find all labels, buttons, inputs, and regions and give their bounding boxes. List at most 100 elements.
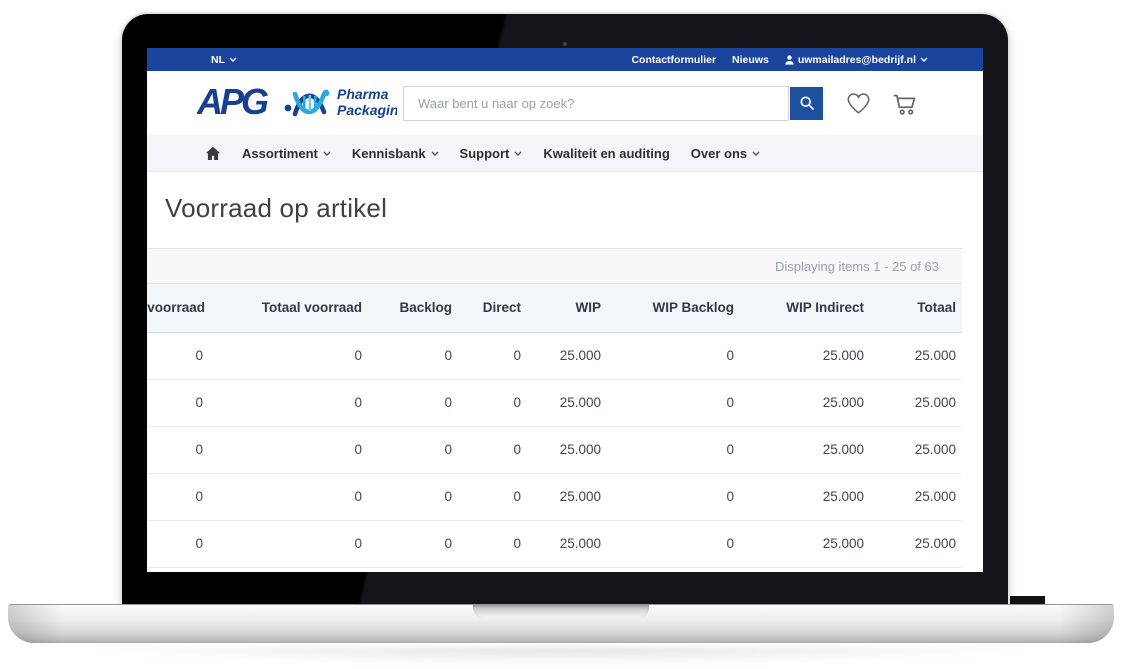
nav-item-kennisbank[interactable]: Kennisbank: [352, 146, 439, 161]
table-cell: 0: [458, 473, 527, 520]
table-cell: 25.000: [740, 379, 870, 426]
dna-helix-icon: [285, 90, 330, 114]
column-header-wip-indirect: WIP Indirect: [740, 284, 870, 332]
nav-label: Kennisbank: [352, 146, 426, 161]
user-icon: [785, 55, 794, 65]
table-cell: 25.000: [740, 567, 870, 572]
table-cell: 25.000: [870, 379, 962, 426]
language-label: NL: [211, 54, 225, 66]
table-cell: 0: [607, 426, 740, 473]
table-cell: 25.000: [740, 332, 870, 379]
table-cell: 25.000: [870, 567, 962, 572]
column-header-wip: WIP: [527, 284, 607, 332]
account-menu[interactable]: uwmailadres@bedrijf.nl: [785, 54, 928, 66]
table-cell: 0: [607, 520, 740, 567]
table-cell: 25.000: [740, 473, 870, 520]
table-cell: 0: [607, 473, 740, 520]
stock-table: voorraad Totaal voorraad Backlog Direct …: [147, 284, 962, 572]
table-cell: 0: [458, 332, 527, 379]
search-button[interactable]: [790, 87, 823, 120]
chevron-down-icon: [431, 151, 439, 156]
table-cell: 25.000: [527, 426, 607, 473]
chevron-down-icon: [514, 151, 522, 156]
table-cell: 0: [209, 426, 368, 473]
table-cell: 25.000: [870, 520, 962, 567]
search-bar: [403, 86, 823, 121]
table-cell: 0: [458, 379, 527, 426]
nav-label: Assortiment: [242, 146, 318, 161]
column-header-direct: Direct: [458, 284, 527, 332]
table-cell: 25.000: [527, 520, 607, 567]
table-cell: 0: [458, 567, 527, 572]
table-cell: 0: [458, 426, 527, 473]
home-link[interactable]: [205, 146, 221, 161]
table-cell: 0: [607, 379, 740, 426]
table-header-row: voorraad Totaal voorraad Backlog Direct …: [147, 284, 962, 332]
table-body: 000025.000025.00025.000000025.000025.000…: [147, 332, 962, 572]
laptop-base: [8, 604, 1114, 643]
company-logo[interactable]: APG Pharma Packaging: [197, 82, 397, 124]
utility-topbar: NL Contactformulier Nieuws uwmailadres@b…: [147, 48, 983, 71]
table-cell: 0: [368, 473, 458, 520]
cart-button[interactable]: [891, 91, 918, 116]
table-cell: 0: [458, 520, 527, 567]
table-cell: 0: [209, 567, 368, 572]
laptop-base-notch: [473, 605, 649, 619]
column-header-totaal: Totaal: [870, 284, 962, 332]
column-header-backlog: Backlog: [368, 284, 458, 332]
table-cell: 0: [147, 473, 209, 520]
search-input[interactable]: [403, 86, 789, 121]
site-header: APG Pharma Packaging: [147, 71, 983, 135]
table-row: 000025.000025.00025.000: [147, 332, 962, 379]
webcam-icon: [561, 40, 569, 48]
table-cell: 0: [209, 379, 368, 426]
chevron-down-icon: [229, 57, 237, 62]
nav-item-kwaliteit-en-auditing[interactable]: Kwaliteit en auditing: [543, 146, 669, 161]
table-cell: 25.000: [527, 332, 607, 379]
table-cell: 25.000: [527, 379, 607, 426]
table-cell: 25.000: [870, 332, 962, 379]
nav-item-assortiment[interactable]: Assortiment: [242, 146, 331, 161]
search-icon: [799, 95, 815, 111]
table-cell: 25.000: [527, 473, 607, 520]
table-cell: 0: [147, 426, 209, 473]
table-cell: 0: [368, 426, 458, 473]
table-cell: 0: [368, 379, 458, 426]
nav-label: Over ons: [691, 146, 747, 161]
nav-label: Kwaliteit en auditing: [543, 146, 669, 161]
heart-icon: [845, 91, 872, 115]
laptop-reflection: [70, 647, 1052, 665]
table-cell: 0: [147, 332, 209, 379]
logo-tagline-2: Packaging: [337, 102, 397, 118]
table-cell: 0: [209, 520, 368, 567]
table-cell: 25.000: [527, 567, 607, 572]
laptop-mockup: NL Contactformulier Nieuws uwmailadres@b…: [0, 0, 1122, 669]
column-header-totaal-voorraad: Totaal voorraad: [209, 284, 368, 332]
table-cell: 0: [209, 473, 368, 520]
table-cell: 0: [607, 567, 740, 572]
main-navigation: Assortiment Kennisbank Support Kwaliteit…: [147, 135, 983, 172]
table-cell: 0: [147, 379, 209, 426]
table-row: 000025.000025.00025.000: [147, 426, 962, 473]
chevron-down-icon: [323, 151, 331, 156]
wishlist-button[interactable]: [845, 91, 872, 115]
chevron-down-icon: [752, 151, 760, 156]
pagination-bar: Displaying items 1 - 25 of 63: [147, 248, 962, 284]
language-selector[interactable]: NL: [211, 54, 237, 66]
laptop-lid: NL Contactformulier Nieuws uwmailadres@b…: [122, 14, 1008, 605]
column-header-wip-backlog: WIP Backlog: [607, 284, 740, 332]
stock-table-section: Displaying items 1 - 25 of 63 voorraad T…: [147, 248, 962, 572]
logo-acronym: APG: [197, 82, 268, 122]
table-cell: 0: [368, 520, 458, 567]
news-link[interactable]: Nieuws: [732, 54, 769, 66]
table-cell: 0: [607, 332, 740, 379]
laptop-screen: NL Contactformulier Nieuws uwmailadres@b…: [147, 48, 983, 572]
nav-item-support[interactable]: Support: [460, 146, 523, 161]
home-icon: [205, 146, 221, 161]
contact-form-link[interactable]: Contactformulier: [631, 54, 716, 66]
table-cell: 0: [368, 567, 458, 572]
table-row: 000025.000025.00025.000: [147, 567, 962, 572]
table-cell: 0: [209, 332, 368, 379]
account-email: uwmailadres@bedrijf.nl: [798, 54, 916, 66]
nav-item-over-ons[interactable]: Over ons: [691, 146, 760, 161]
